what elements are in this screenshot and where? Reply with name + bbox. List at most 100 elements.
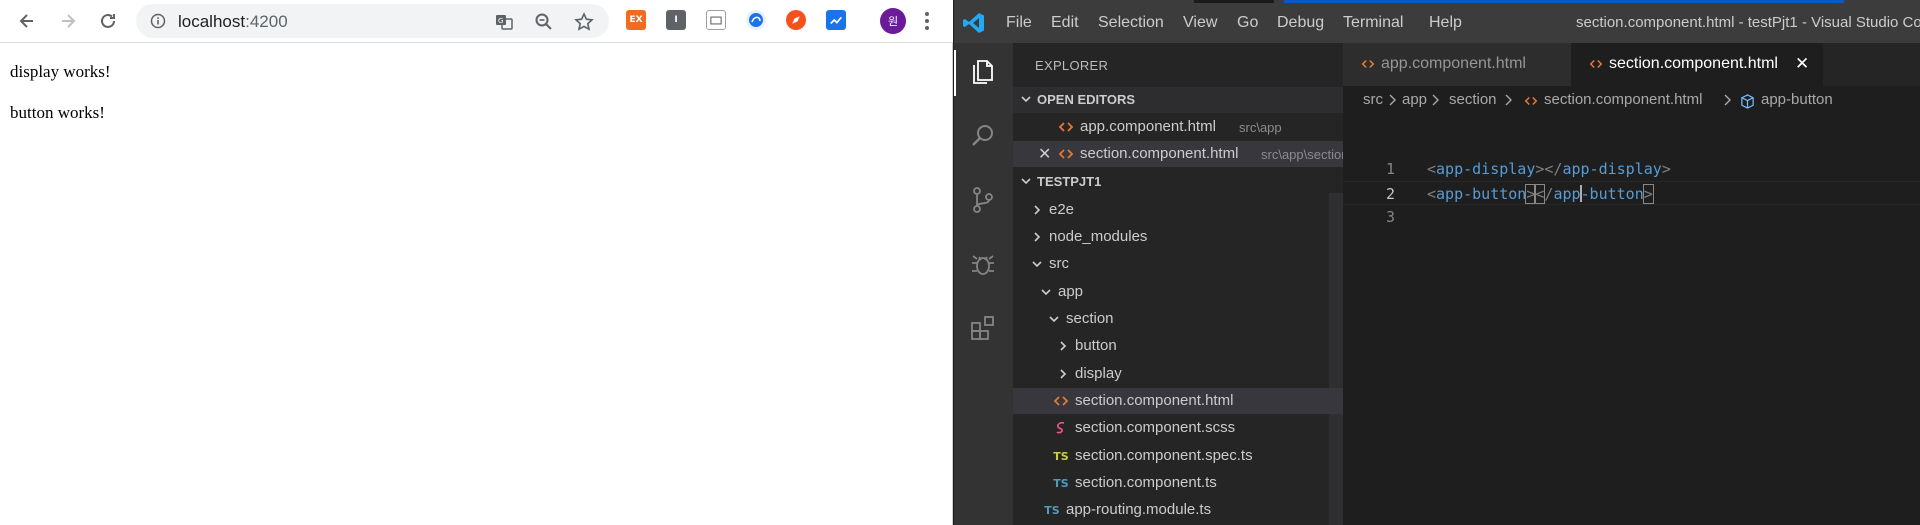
address-bar[interactable]: localhost:4200 G — [136, 4, 609, 38]
url-port: :4200 — [245, 12, 288, 31]
info-icon[interactable] — [150, 13, 166, 29]
tree-file-section-scss[interactable]: section.component.scss — [1013, 415, 1343, 441]
breadcrumb: src app section section.component.html a… — [1343, 86, 1920, 114]
html-file-icon — [1058, 149, 1074, 159]
chevron-right-icon — [1034, 232, 1041, 242]
chevron-right-icon — [1034, 205, 1041, 215]
breadcrumb-app[interactable]: app — [1402, 91, 1427, 108]
edge-extension-icon[interactable] — [746, 10, 766, 30]
window-title: section.component.html - testPjt1 - Visu… — [1576, 14, 1920, 31]
menu-selection[interactable]: Selection — [1098, 14, 1164, 32]
menu-view[interactable]: View — [1183, 14, 1217, 32]
menu-help[interactable]: Help — [1429, 14, 1462, 32]
breadcrumb-symbol[interactable]: app-button — [1761, 91, 1833, 108]
title-bar: File Edit Selection View Go Debug Termin… — [954, 0, 1920, 43]
page-content: display works! button works! — [10, 62, 111, 144]
chevron-down-icon — [1032, 261, 1042, 268]
tree-file-section-spec-ts[interactable]: TS section.component.spec.ts — [1013, 443, 1343, 469]
close-tab-icon[interactable]: ✕ — [1795, 54, 1809, 74]
menu-debug[interactable]: Debug — [1277, 14, 1324, 32]
symbol-cube-icon — [1741, 94, 1754, 109]
vscode-window: File Edit Selection View Go Debug Termin… — [954, 0, 1920, 525]
menu-edit[interactable]: Edit — [1051, 14, 1079, 32]
explorer-title: EXPLORER — [1035, 58, 1109, 73]
ts-file-icon: TS — [1053, 476, 1069, 490]
breadcrumb-section[interactable]: section — [1449, 91, 1497, 108]
zoom-icon[interactable] — [534, 12, 554, 32]
svg-text:G: G — [498, 17, 503, 25]
url-host: localhost — [178, 12, 246, 31]
rocket-extension-icon[interactable] — [786, 10, 806, 30]
tree-folder-src[interactable]: src — [1013, 251, 1343, 277]
editor-tabs: app.component.html section.component.htm… — [1343, 43, 1920, 86]
explorer-files-icon[interactable] — [966, 55, 1000, 89]
activity-bar — [954, 43, 1013, 525]
chevron-right-icon — [1389, 94, 1396, 106]
tree-file-app-routing[interactable]: TS app-routing.module.ts — [1013, 497, 1343, 523]
tree-folder-display[interactable]: display — [1013, 361, 1343, 387]
editor-area: app.component.html section.component.htm… — [1343, 43, 1920, 525]
tree-folder-e2e[interactable]: e2e — [1013, 197, 1343, 223]
chevron-right-icon — [1432, 94, 1439, 106]
reload-button[interactable] — [95, 8, 121, 34]
ts-spec-file-icon: TS — [1053, 449, 1069, 463]
bookmark-star-icon[interactable] — [574, 12, 594, 32]
screen-extension-icon[interactable] — [706, 10, 726, 30]
reload-icon — [101, 13, 115, 28]
debug-icon[interactable] — [966, 247, 1000, 281]
chevron-right-icon — [1505, 94, 1512, 106]
tree-folder-section[interactable]: section — [1013, 306, 1343, 332]
code-line[interactable]: 3 — [1343, 205, 1920, 229]
tree-folder-node-modules[interactable]: node_modules — [1013, 224, 1343, 250]
line-number: 1 — [1385, 160, 1395, 178]
html-file-icon — [1589, 59, 1603, 69]
back-arrow-icon — [19, 14, 33, 28]
scss-file-icon — [1056, 421, 1065, 434]
forward-button[interactable] — [55, 8, 81, 34]
close-icon[interactable]: ✕ — [1038, 144, 1051, 164]
ex-extension-icon[interactable]: EX — [626, 10, 646, 30]
code-line[interactable]: 2 <app-button></app-button> — [1343, 181, 1920, 205]
translate-icon[interactable]: G — [494, 12, 514, 32]
breadcrumb-file[interactable]: section.component.html — [1544, 91, 1702, 108]
tree-file-section-ts[interactable]: TS section.component.ts — [1013, 470, 1343, 496]
search-icon[interactable] — [966, 119, 1000, 153]
url-text[interactable]: localhost:4200 — [178, 12, 288, 32]
tab-section-component-html[interactable]: section.component.html ✕ — [1571, 43, 1823, 86]
browser-menu-icon[interactable] — [922, 10, 932, 32]
display-component-text: display works! — [10, 62, 111, 81]
chevron-down-icon — [1021, 96, 1031, 103]
menu-go[interactable]: Go — [1237, 14, 1258, 32]
line-code: <app-button></app-button> — [1427, 184, 1654, 204]
source-control-icon[interactable] — [966, 183, 1000, 217]
open-editor-item[interactable]: app.component.html src\app — [1013, 114, 1343, 140]
open-editors-header[interactable]: OPEN EDITORS — [1013, 87, 1343, 113]
bookmark-extension-icon[interactable]: I — [666, 10, 686, 30]
open-editor-item[interactable]: ✕ section.component.html src\app\section — [1013, 141, 1348, 167]
tab-app-component-html[interactable]: app.component.html — [1343, 43, 1571, 86]
forward-arrow-icon — [62, 14, 76, 28]
menu-terminal[interactable]: Terminal — [1343, 14, 1403, 32]
line-number: 2 — [1385, 185, 1395, 203]
html-file-icon — [1361, 59, 1375, 69]
back-button[interactable] — [14, 8, 40, 34]
tree-file-section-html[interactable]: section.component.html — [1013, 388, 1343, 414]
line-number: 3 — [1385, 208, 1395, 226]
menu-file[interactable]: File — [1006, 14, 1032, 32]
chevron-down-icon — [1041, 289, 1051, 296]
profile-avatar[interactable]: 원 — [880, 8, 906, 34]
button-component-text: button works! — [10, 103, 105, 122]
tree-folder-button[interactable]: button — [1013, 333, 1343, 359]
chevron-right-icon — [1060, 369, 1067, 379]
browser-toolbar: localhost:4200 G EX I 원 — [0, 0, 953, 43]
tree-folder-app[interactable]: app — [1013, 279, 1343, 305]
code-line[interactable]: 1 <app-display></app-display> — [1343, 157, 1920, 181]
breadcrumb-src[interactable]: src — [1363, 91, 1383, 108]
html-file-icon — [1524, 96, 1538, 106]
active-view-indicator — [954, 50, 956, 96]
chart-extension-icon[interactable] — [826, 10, 846, 30]
browser-window: localhost:4200 G EX I 원 display works! b… — [0, 0, 953, 525]
ts-file-icon: TS — [1044, 503, 1060, 517]
extensions-icon[interactable] — [966, 311, 1000, 345]
project-header[interactable]: TESTPJT1 — [1013, 169, 1343, 195]
